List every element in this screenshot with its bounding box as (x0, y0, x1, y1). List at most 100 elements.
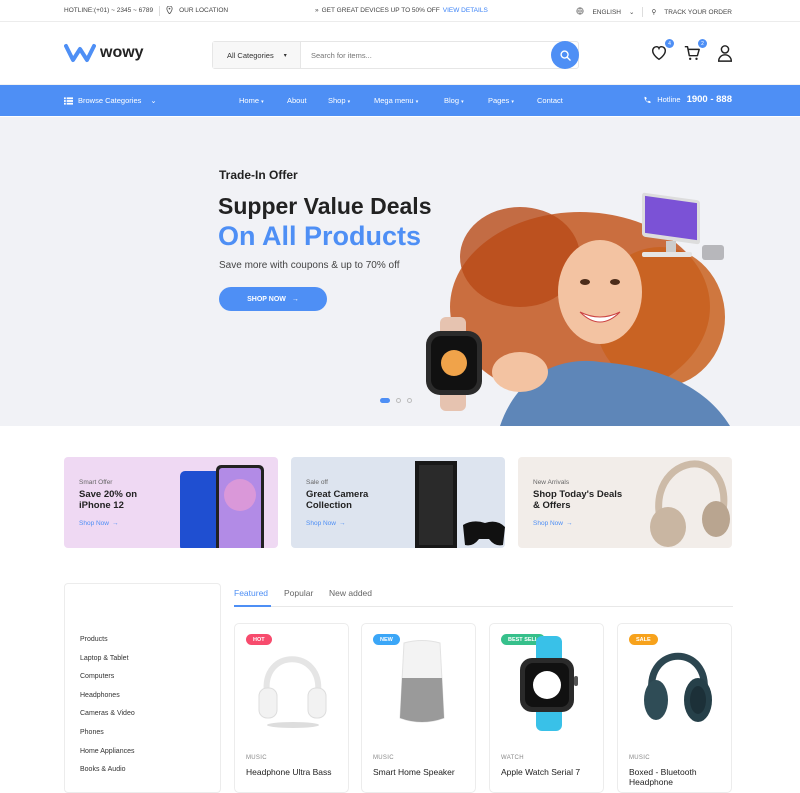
divider (642, 7, 644, 17)
category-item[interactable]: Cameras & Video (80, 710, 135, 729)
hotline-text: HOTLINE:(+01) ~ 2345 ~ 6789 (64, 7, 154, 14)
nav-item-about[interactable]: About (287, 96, 328, 105)
hotline-number: 1900 - 888 (686, 94, 732, 105)
shop-now-button[interactable]: SHOP NOW → (219, 287, 327, 311)
account-button[interactable] (716, 44, 734, 62)
product-card[interactable]: BEST SELL WATCH Apple Watch Serial 7 (489, 623, 604, 793)
caret-down-icon: ▾ (261, 99, 264, 105)
logo[interactable]: wowy (64, 43, 144, 63)
double-chevron-icon: » (315, 7, 319, 14)
smartwatch-image (426, 317, 482, 411)
promo-banner[interactable]: New Arrivals Shop Today's Deals & Offers… (518, 457, 732, 548)
nav-item-contact[interactable]: Contact (537, 96, 577, 105)
location-link[interactable]: OUR LOCATION (179, 7, 228, 14)
category-item[interactable]: Headphones (80, 692, 135, 711)
slider-dot[interactable] (407, 398, 412, 403)
product-card[interactable]: HOT MUSIC Headphone Ultra Bass (234, 623, 349, 793)
product-card[interactable]: SALE MUSIC Boxed - Bluetooth Headphone (617, 623, 732, 793)
category-list: Products Laptop & Tablet Computers Headp… (80, 636, 135, 785)
hero-slider: Trade-In Offer Supper Value Deals On All… (0, 117, 800, 426)
product-image (644, 652, 712, 722)
nav-item-label: About (287, 96, 307, 105)
nav-item-label: Pages (488, 96, 510, 105)
cart-button[interactable]: 2 (683, 39, 707, 62)
search-bar: All Categories ▾ (212, 41, 579, 69)
caret-down-icon: ▾ (283, 52, 287, 59)
slider-dot[interactable] (380, 398, 390, 403)
promo-text: GET GREAT DEVICES UP TO 50% OFF (321, 7, 440, 14)
product-image (258, 656, 327, 728)
main-nav: Browse Categories ⌄ Home ▾ About Shop ▾ … (0, 85, 800, 116)
product-name[interactable]: Smart Home Speaker (373, 767, 473, 777)
user-icon (717, 45, 733, 62)
banner-shop-link[interactable]: Shop Now → (79, 520, 119, 527)
category-item[interactable]: Phones (80, 729, 135, 748)
banner-shop-link[interactable]: Shop Now → (533, 520, 573, 527)
product-category: MUSIC (373, 755, 394, 761)
category-item[interactable]: Computers (80, 673, 135, 692)
category-select-label: All Categories (227, 50, 274, 60)
category-item[interactable]: Books & Audio (80, 766, 135, 785)
nav-item-home[interactable]: Home ▾ (239, 96, 287, 105)
hero-subtitle: Save more with coupons & up to 70% off (219, 260, 400, 271)
banner-title: Great Camera Collection (306, 489, 369, 511)
browse-categories-label: Browse Categories (78, 96, 142, 105)
header-icons: 4 2 (650, 39, 734, 62)
browse-categories-button[interactable]: Browse Categories ⌄ (64, 96, 157, 105)
nav-menu: Home ▾ About Shop ▾ Mega menu ▾ Blog ▾ P… (239, 96, 577, 105)
tab-featured[interactable]: Featured (234, 588, 284, 598)
caret-down-icon: ▾ (415, 99, 419, 105)
category-select[interactable]: All Categories ▾ (213, 42, 301, 68)
product-image (520, 636, 578, 731)
category-item[interactable]: Home Appliances (80, 748, 135, 767)
shop-now-label: SHOP NOW (247, 295, 286, 303)
slider-dot[interactable] (396, 398, 401, 403)
product-card[interactable]: NEW MUSIC Smart Home Speaker (361, 623, 476, 793)
product-name[interactable]: Boxed - Bluetooth Headphone (629, 767, 729, 787)
view-details-link[interactable]: VIEW DETAILS (443, 7, 488, 14)
cart-badge: 2 (698, 39, 707, 48)
logo-icon (64, 44, 96, 62)
arrow-right-icon: → (566, 520, 573, 527)
search-button[interactable] (551, 41, 579, 69)
banner-shop-link[interactable]: Shop Now → (306, 520, 346, 527)
nav-item-blog[interactable]: Blog ▾ (444, 96, 488, 105)
language-select[interactable]: ENGLISH (592, 9, 621, 16)
nav-item-mega-menu[interactable]: Mega menu ▾ (374, 96, 444, 105)
globe-icon (576, 7, 585, 17)
computer-image (642, 192, 724, 260)
headphones-image (650, 460, 730, 547)
category-item[interactable]: Products (80, 636, 135, 655)
caret-down-icon: ▾ (461, 99, 464, 105)
heart-icon (651, 45, 667, 61)
wishlist-button[interactable]: 4 (650, 39, 674, 62)
grid-list-icon (64, 96, 73, 105)
map-pin-icon (166, 5, 173, 16)
hero-kicker: Trade-In Offer (219, 168, 298, 182)
arrow-right-icon: → (291, 295, 299, 303)
nav-item-label: Mega menu (374, 96, 414, 105)
banner-kicker: Smart Offer (79, 479, 113, 486)
promo-banner[interactable]: Sale off Great Camera Collection Shop No… (291, 457, 505, 548)
category-item[interactable]: Laptop & Tablet (80, 655, 135, 674)
hotline[interactable]: Hotline 1900 - 888 (643, 94, 732, 105)
nav-item-label: Home (239, 96, 260, 105)
banner-shop-label: Shop Now (306, 520, 336, 527)
product-name[interactable]: Apple Watch Serial 7 (501, 767, 601, 777)
product-name[interactable]: Headphone Ultra Bass (246, 767, 346, 777)
phone-image (180, 465, 264, 548)
slider-dots (380, 398, 412, 403)
category-sidebar: Products Laptop & Tablet Computers Headp… (64, 583, 221, 793)
nav-item-shop[interactable]: Shop ▾ (328, 96, 374, 105)
search-input[interactable] (301, 50, 578, 60)
promo-banner[interactable]: Smart Offer Save 20% on iPhone 12 Shop N… (64, 457, 278, 548)
chevron-down-icon: ⌄ (150, 96, 157, 105)
nav-item-pages[interactable]: Pages ▾ (488, 96, 537, 105)
banner-shop-label: Shop Now (533, 520, 563, 527)
promo-banners: Smart Offer Save 20% on iPhone 12 Shop N… (64, 457, 733, 548)
track-order-link[interactable]: TRACK YOUR ORDER (664, 9, 732, 16)
arrow-right-icon: → (112, 520, 119, 527)
tab-popular[interactable]: Popular (284, 588, 329, 598)
tab-new-added[interactable]: New added (329, 588, 372, 598)
phone-icon (644, 96, 651, 103)
